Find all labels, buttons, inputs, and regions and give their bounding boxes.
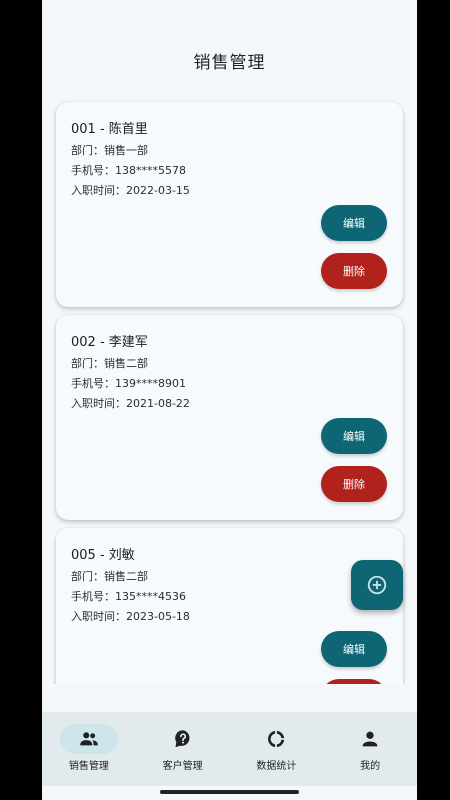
employee-phone: 手机号：135****4536 [71,590,186,603]
employee-phone: 手机号：138****5578 [71,164,186,177]
nav-item-sales[interactable]: 销售管理 [42,712,136,786]
employee-title: 005 - 刘敏 [71,548,135,563]
employee-card: 001 - 陈首里 部门：销售一部 手机号：138****5578 入职时间：2… [56,102,403,307]
employee-card: 005 - 刘敏 部门：销售二部 手机号：135****4536 入职时间：20… [56,528,403,684]
nav-active-indicator [59,724,118,754]
people-icon [80,732,98,746]
nav-label: 数据统计 [256,761,297,772]
delete-button[interactable]: 删除 [321,466,387,502]
edit-button[interactable]: 编辑 [321,631,387,667]
edit-button[interactable]: 编辑 [321,205,387,241]
home-indicator[interactable] [160,790,299,794]
donut-icon [268,730,285,748]
person-icon [362,731,378,747]
employee-card: 002 - 李建军 部门：销售二部 手机号：139****8901 入职时间：2… [56,315,403,520]
nav-item-customers[interactable]: 客户管理 [136,712,230,786]
employee-department: 部门：销售一部 [71,144,148,157]
employee-department: 部门：销售二部 [71,570,148,583]
employee-hire-date: 入职时间：2021-08-22 [71,397,190,410]
add-circle-icon [367,575,387,595]
employee-title: 001 - 陈首里 [71,122,148,137]
delete-button[interactable]: 删除 [321,679,387,684]
employee-department: 部门：销售二部 [71,357,148,370]
employee-hire-date: 入职时间：2023-05-18 [71,610,190,623]
app-screen: 销售管理 001 - 陈首里 部门：销售一部 手机号：138****5578 入… [42,0,417,800]
employee-hire-date: 入职时间：2022-03-15 [71,184,190,197]
nav-item-statistics[interactable]: 数据统计 [230,712,324,786]
page-title: 销售管理 [193,53,266,73]
help-bubble-icon [174,730,190,748]
nav-label: 我的 [360,761,381,772]
employee-phone: 手机号：139****8901 [71,377,186,390]
bottom-navigation: 销售管理 客户管理 数据统计 我的 [42,712,417,786]
edit-button[interactable]: 编辑 [321,418,387,454]
add-employee-button[interactable] [351,560,403,610]
nav-item-profile[interactable]: 我的 [323,712,417,786]
top-app-bar: 销售管理 [42,0,417,92]
delete-button[interactable]: 删除 [321,253,387,289]
nav-label: 客户管理 [162,761,203,772]
nav-label: 销售管理 [68,761,109,772]
employee-title: 002 - 李建军 [71,335,148,350]
